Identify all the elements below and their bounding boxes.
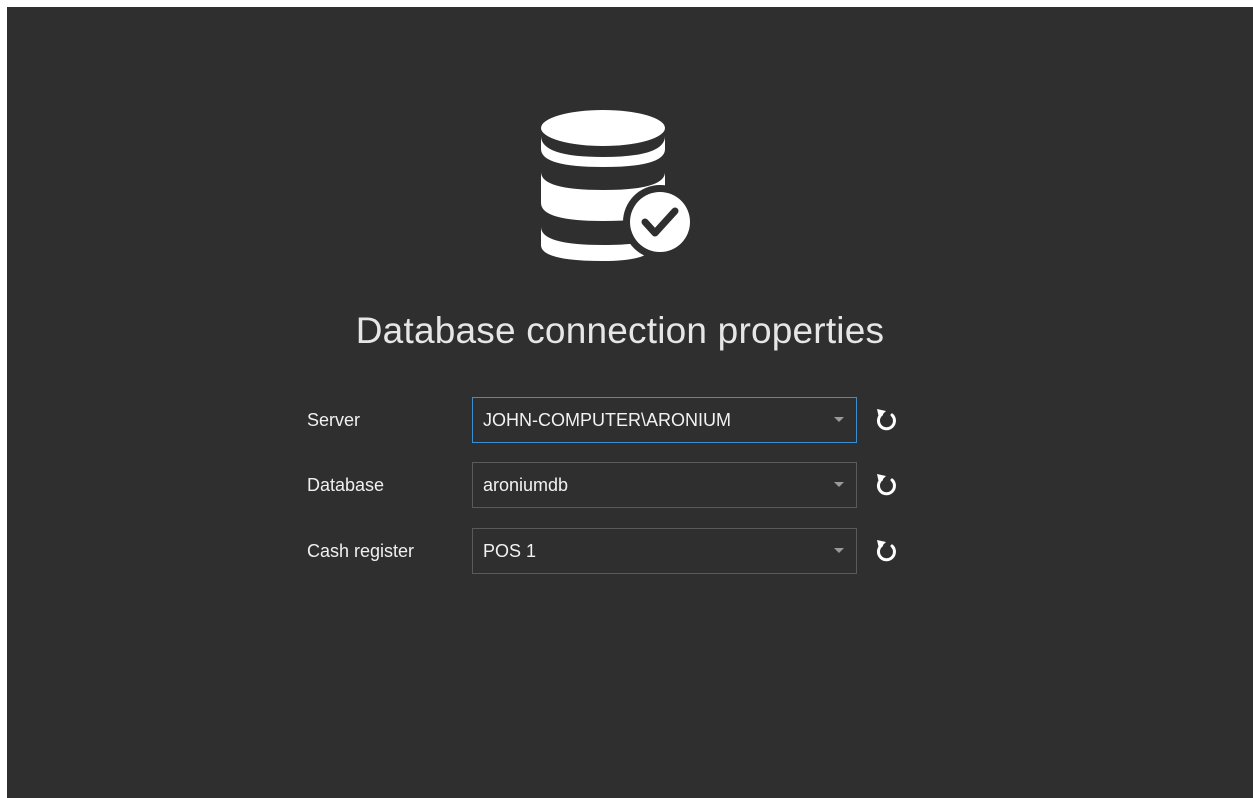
cash-register-label: Cash register <box>307 541 415 561</box>
cash-register-dropdown[interactable]: POS 1 <box>472 528 857 574</box>
database-dropdown[interactable]: aroniumdb <box>472 462 857 508</box>
page-title: Database connection properties <box>355 310 885 351</box>
reset-server-icon[interactable] <box>872 406 900 434</box>
database-label: Database <box>307 475 385 495</box>
server-value: JOHN-COMPUTER\ARONIUM <box>483 410 731 430</box>
connection-dialog: Database connection properties Server JO… <box>7 7 1253 798</box>
chevron-down-icon <box>834 417 844 422</box>
server-label: Server <box>307 410 361 430</box>
chevron-down-icon <box>834 548 844 553</box>
cash-register-value: POS 1 <box>483 541 537 561</box>
database-check-icon <box>541 110 697 261</box>
reset-database-icon[interactable] <box>872 471 900 499</box>
chevron-down-icon <box>834 482 844 487</box>
server-dropdown[interactable]: JOHN-COMPUTER\ARONIUM <box>472 397 857 443</box>
reset-cash-register-icon[interactable] <box>872 537 900 565</box>
database-value: aroniumdb <box>483 475 569 495</box>
